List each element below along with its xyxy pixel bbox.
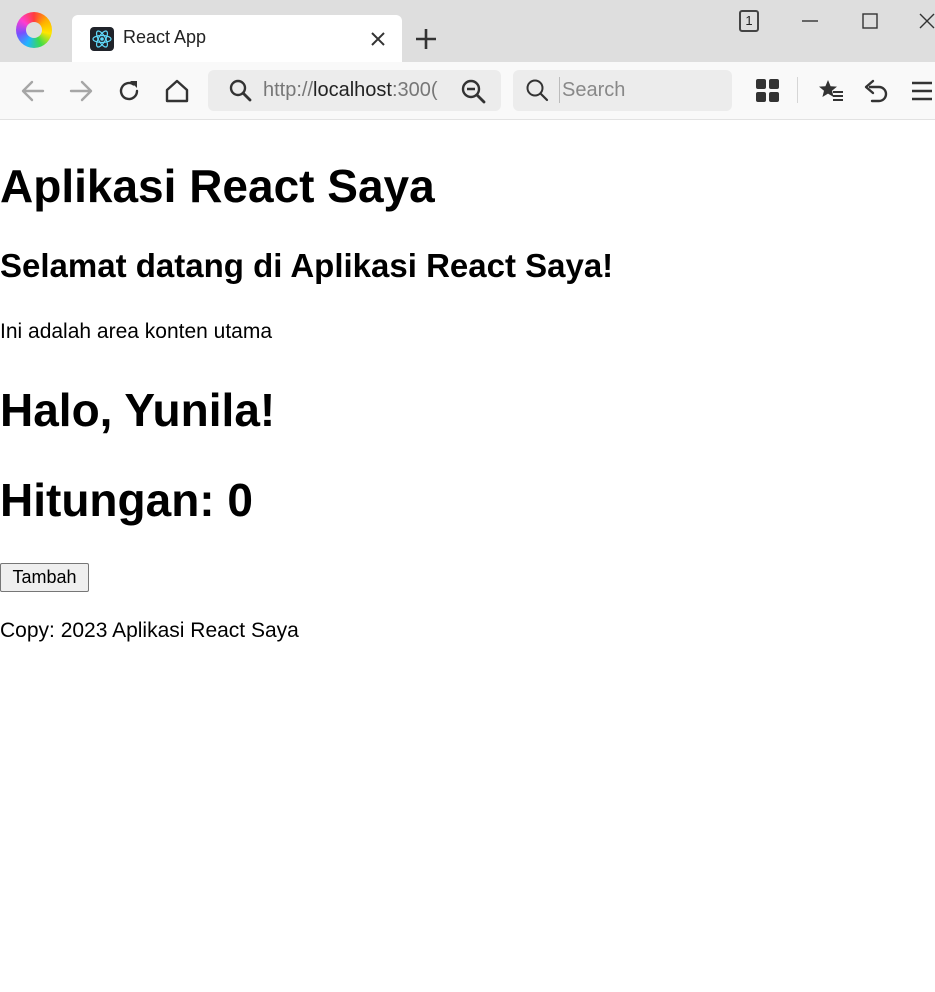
- greeting-heading: Halo, Yunila!: [0, 384, 276, 436]
- window-minimize-icon[interactable]: [800, 10, 820, 32]
- grid-icon[interactable]: [755, 78, 781, 104]
- search-icon: [525, 78, 549, 102]
- window-close-icon[interactable]: [917, 10, 935, 32]
- tab-strip: React App 1: [0, 0, 935, 62]
- app-title: Aplikasi React Saya: [0, 160, 435, 212]
- welcome-heading: Selamat datang di Aplikasi React Saya!: [0, 247, 614, 284]
- footer-text: Copy: 2023 Aplikasi React Saya: [0, 619, 299, 642]
- forward-arrow-icon[interactable]: [68, 78, 94, 104]
- counter-heading: Hitungan: 0: [0, 474, 253, 526]
- address-url[interactable]: http://localhost:300(: [263, 79, 455, 102]
- page-content: Aplikasi React Saya Selamat datang di Ap…: [0, 121, 935, 992]
- browser-logo-icon[interactable]: [16, 12, 52, 48]
- address-bar[interactable]: http://localhost:300(: [208, 70, 501, 111]
- window-maximize-icon[interactable]: [860, 10, 880, 32]
- home-icon[interactable]: [164, 78, 190, 104]
- react-favicon-icon: [90, 27, 114, 51]
- close-icon[interactable]: [368, 29, 388, 49]
- back-arrow-icon[interactable]: [20, 78, 46, 104]
- url-scheme: http://: [263, 79, 314, 101]
- hamburger-icon[interactable]: [910, 78, 932, 104]
- tab-react-app[interactable]: React App: [72, 15, 402, 62]
- search-icon: [228, 78, 252, 102]
- tab-title: React App: [123, 27, 207, 47]
- tab-count-badge[interactable]: 1: [739, 10, 759, 32]
- toolbar-divider: [797, 77, 798, 103]
- star-list-icon[interactable]: [818, 78, 844, 104]
- new-tab-plus-icon[interactable]: [413, 26, 439, 52]
- url-port: :300(: [391, 79, 438, 101]
- zoom-out-icon[interactable]: [460, 78, 486, 104]
- url-host: localhost: [313, 79, 392, 101]
- main-content-text: Ini adalah area konten utama: [0, 320, 273, 343]
- add-button[interactable]: Tambah: [0, 563, 89, 592]
- navigation-toolbar: http://localhost:300(: [0, 62, 935, 120]
- undo-icon[interactable]: [863, 78, 889, 104]
- reload-icon[interactable]: [116, 78, 142, 104]
- search-box[interactable]: [513, 70, 732, 111]
- search-input[interactable]: [559, 77, 719, 103]
